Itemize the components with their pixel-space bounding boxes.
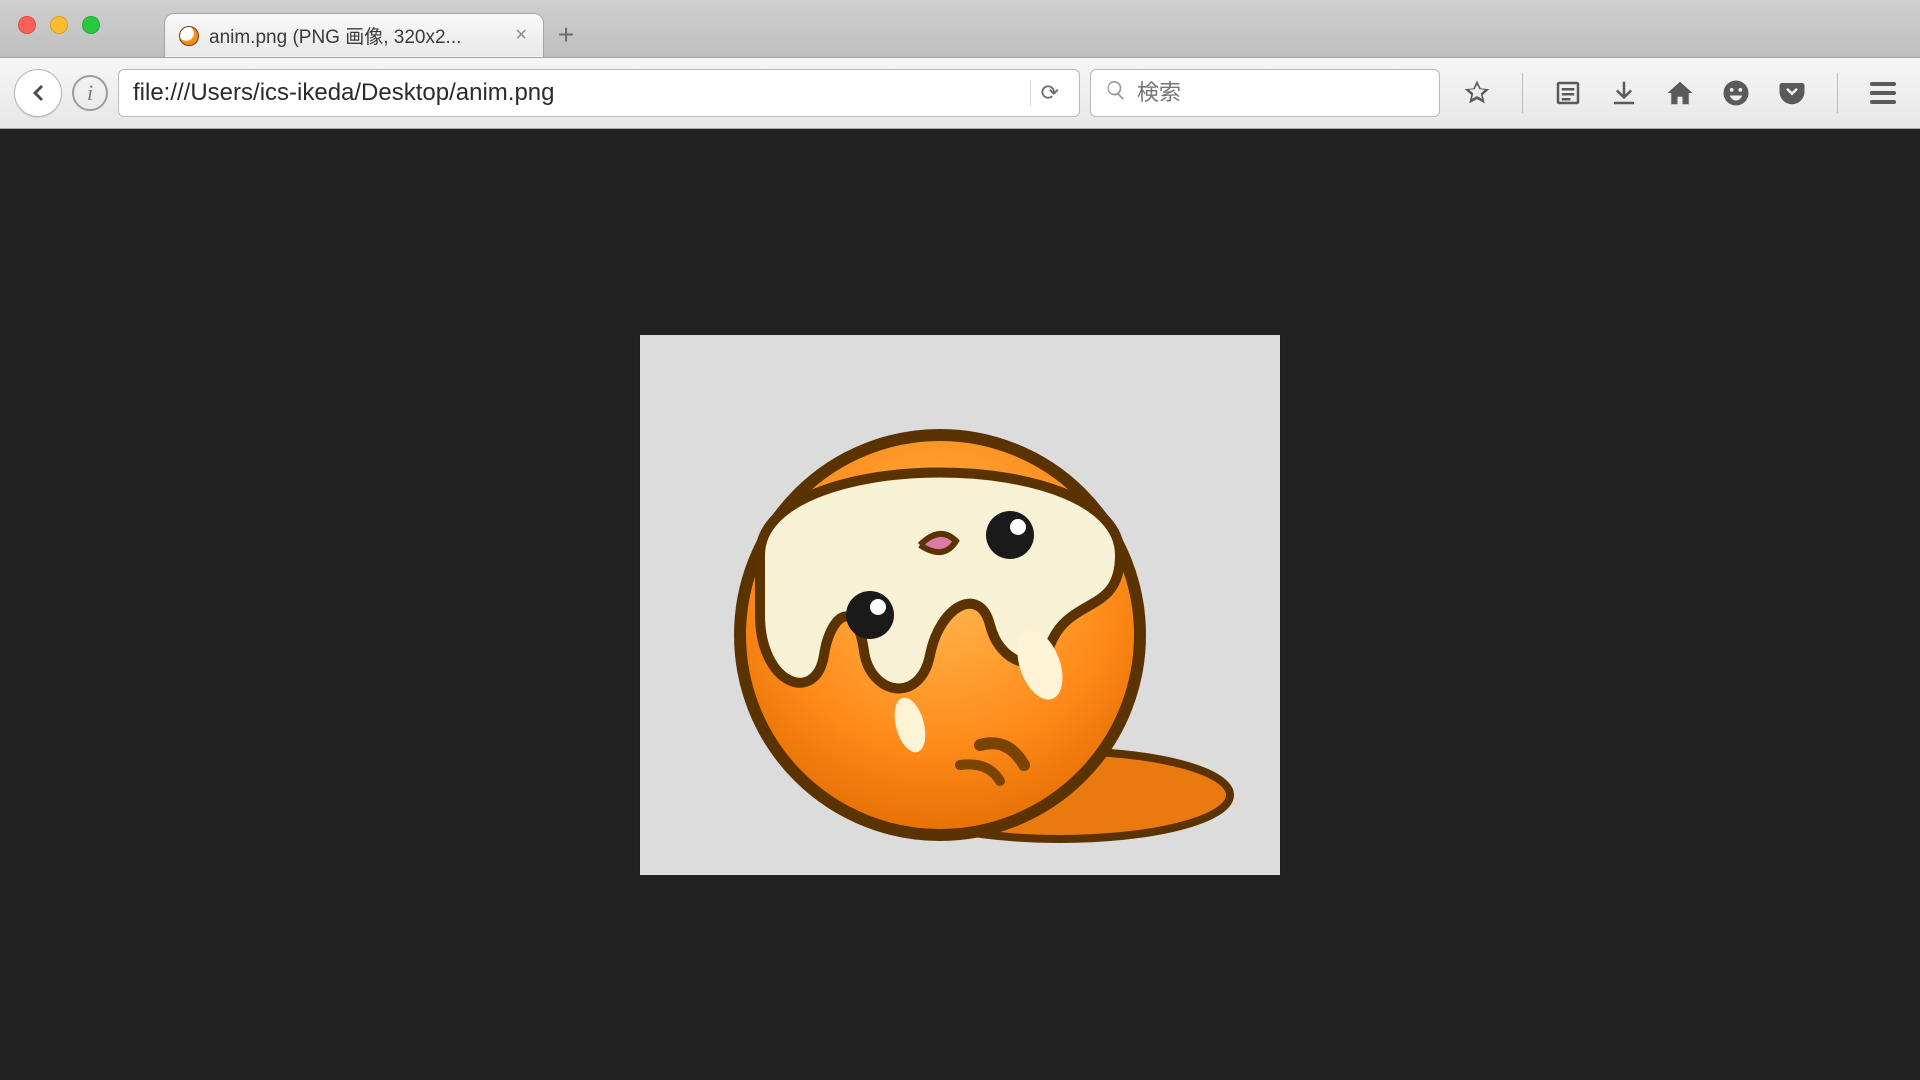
reader-list-icon[interactable]	[1551, 76, 1585, 110]
bookmark-star-icon[interactable]	[1460, 76, 1494, 110]
site-identity-button[interactable]: i	[72, 75, 108, 111]
arrow-left-icon	[26, 81, 50, 105]
url-text: file:///Users/ics-ikeda/Desktop/anim.png	[133, 79, 1020, 107]
downloads-icon[interactable]	[1607, 76, 1641, 110]
browser-chrome: anim.png (PNG 画像, 320x2... × + i file://…	[0, 0, 1920, 129]
new-tab-button[interactable]: +	[544, 13, 588, 57]
info-icon: i	[87, 80, 93, 106]
tab-bar: anim.png (PNG 画像, 320x2... × +	[0, 0, 1920, 58]
minimize-window-button[interactable]	[50, 16, 68, 34]
image-container	[640, 335, 1280, 875]
content-viewport	[0, 129, 1920, 1080]
menu-icon	[1870, 82, 1896, 104]
displayed-image	[640, 335, 1280, 875]
tab-title: anim.png (PNG 画像, 320x2...	[209, 22, 511, 49]
pocket-icon[interactable]	[1775, 76, 1809, 110]
search-bar[interactable]	[1090, 69, 1440, 117]
separator	[1837, 73, 1838, 113]
reload-button[interactable]: ⟳	[1030, 80, 1069, 106]
window-controls	[18, 16, 100, 34]
browser-tab[interactable]: anim.png (PNG 画像, 320x2... ×	[164, 13, 544, 57]
separator	[1522, 73, 1523, 113]
toolbar-icons	[1450, 73, 1906, 113]
tab-close-icon[interactable]: ×	[511, 24, 531, 47]
menu-button[interactable]	[1866, 76, 1900, 110]
back-button[interactable]	[14, 69, 62, 117]
search-icon	[1105, 79, 1127, 107]
search-input[interactable]	[1137, 80, 1425, 106]
url-bar[interactable]: file:///Users/ics-ikeda/Desktop/anim.png…	[118, 69, 1080, 117]
zoom-window-button[interactable]	[82, 16, 100, 34]
toolbar: i file:///Users/ics-ikeda/Desktop/anim.p…	[0, 58, 1920, 128]
close-window-button[interactable]	[18, 16, 36, 34]
smiley-icon[interactable]	[1719, 76, 1753, 110]
tab-favicon	[179, 26, 199, 46]
home-icon[interactable]	[1663, 76, 1697, 110]
